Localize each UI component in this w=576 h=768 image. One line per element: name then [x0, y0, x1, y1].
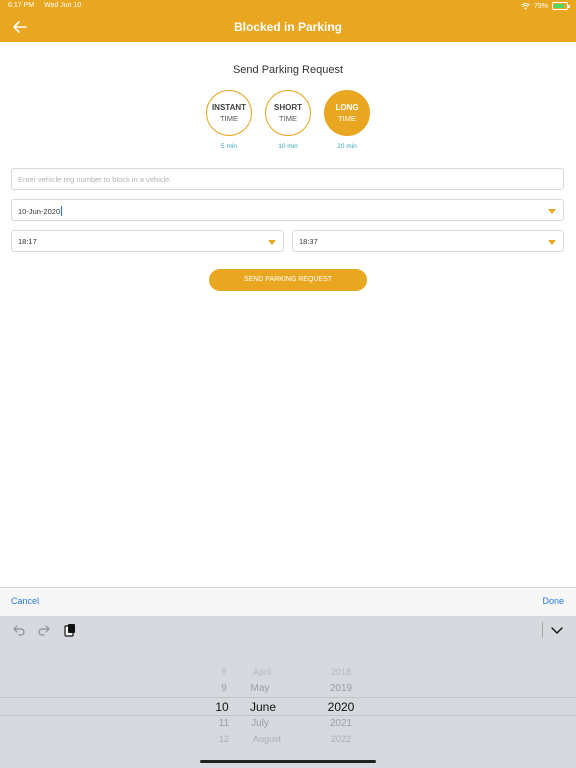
dismiss-keyboard-icon[interactable] [550, 623, 564, 637]
end-time-value: 18:37 [299, 237, 318, 246]
option-instant-circle[interactable]: INSTANT TIME [206, 90, 252, 136]
picker-year[interactable]: 2019 [330, 683, 352, 694]
status-bar: 6:17 PM Wed Jun 10 79% [0, 0, 576, 13]
done-button[interactable]: Done [542, 596, 564, 606]
vehicle-reg-input[interactable]: Enter vehicle reg number to block in a v… [11, 168, 564, 190]
undo-icon[interactable] [12, 623, 26, 637]
paste-icon[interactable] [63, 623, 77, 637]
option-long-duration: 20 min [337, 143, 357, 150]
date-picker-panel [0, 616, 576, 768]
picker-selection-band [0, 697, 576, 716]
option-short-duration: 10 min [278, 143, 298, 150]
picker-day[interactable]: 8 [221, 667, 226, 677]
chevron-down-icon [548, 240, 556, 245]
home-indicator [200, 760, 376, 763]
option-long-circle[interactable]: LONG TIME [324, 90, 370, 136]
picker-month-selected[interactable]: June [250, 700, 276, 714]
nav-bar: 6:17 PM Wed Jun 10 79% Blocked in Parkin… [0, 0, 576, 42]
redo-icon[interactable] [37, 623, 51, 637]
picker-day[interactable]: 12 [219, 734, 229, 744]
picker-year[interactable]: 2021 [330, 718, 352, 729]
vehicle-reg-placeholder: Enter vehicle reg number to block in a v… [18, 175, 172, 184]
status-time: 6:17 PM [8, 2, 35, 9]
picker-year[interactable]: 2022 [331, 734, 351, 744]
option-short-circle[interactable]: SHORT TIME [265, 90, 311, 136]
battery-icon [552, 2, 570, 10]
send-parking-request-button[interactable]: SEND PARKING REQUEST [209, 269, 367, 291]
battery-percent: 79% [533, 2, 548, 10]
option-long[interactable]: LONG TIME 20 min [324, 90, 370, 150]
picker-month[interactable]: May [251, 683, 270, 694]
wifi-icon [521, 2, 530, 10]
start-time-field[interactable]: 18:17 [11, 230, 284, 252]
end-time-field[interactable]: 18:37 [292, 230, 564, 252]
picker-day[interactable]: 11 [219, 718, 229, 729]
picker-year[interactable]: 2018 [331, 667, 351, 677]
picker-month[interactable]: August [253, 734, 281, 744]
nav-title: Blocked in Parking [233, 20, 343, 34]
picker-month[interactable]: July [251, 718, 269, 729]
text-cursor [61, 206, 63, 216]
cancel-button[interactable]: Cancel [11, 596, 39, 606]
picker-month[interactable]: April [253, 667, 271, 677]
chevron-down-icon [268, 240, 276, 245]
status-date: Wed Jun 10 [44, 2, 82, 9]
picker-day-selected[interactable]: 10 [215, 700, 228, 714]
option-short[interactable]: SHORT TIME 10 min [265, 90, 311, 150]
chevron-down-icon [548, 209, 556, 214]
page-title: Send Parking Request [232, 64, 344, 76]
date-value: 10-Jun-2020 [18, 207, 61, 216]
start-time-value: 18:17 [18, 237, 37, 246]
toolbar-divider [542, 622, 543, 638]
picker-toolbar: Cancel Done [0, 587, 576, 616]
picker-day[interactable]: 9 [221, 683, 227, 694]
picker-year-selected[interactable]: 2020 [328, 700, 355, 714]
option-instant-duration: 5 min [221, 143, 237, 150]
date-field[interactable]: 10-Jun-2020 [11, 199, 564, 221]
option-instant[interactable]: INSTANT TIME 5 min [206, 90, 252, 150]
